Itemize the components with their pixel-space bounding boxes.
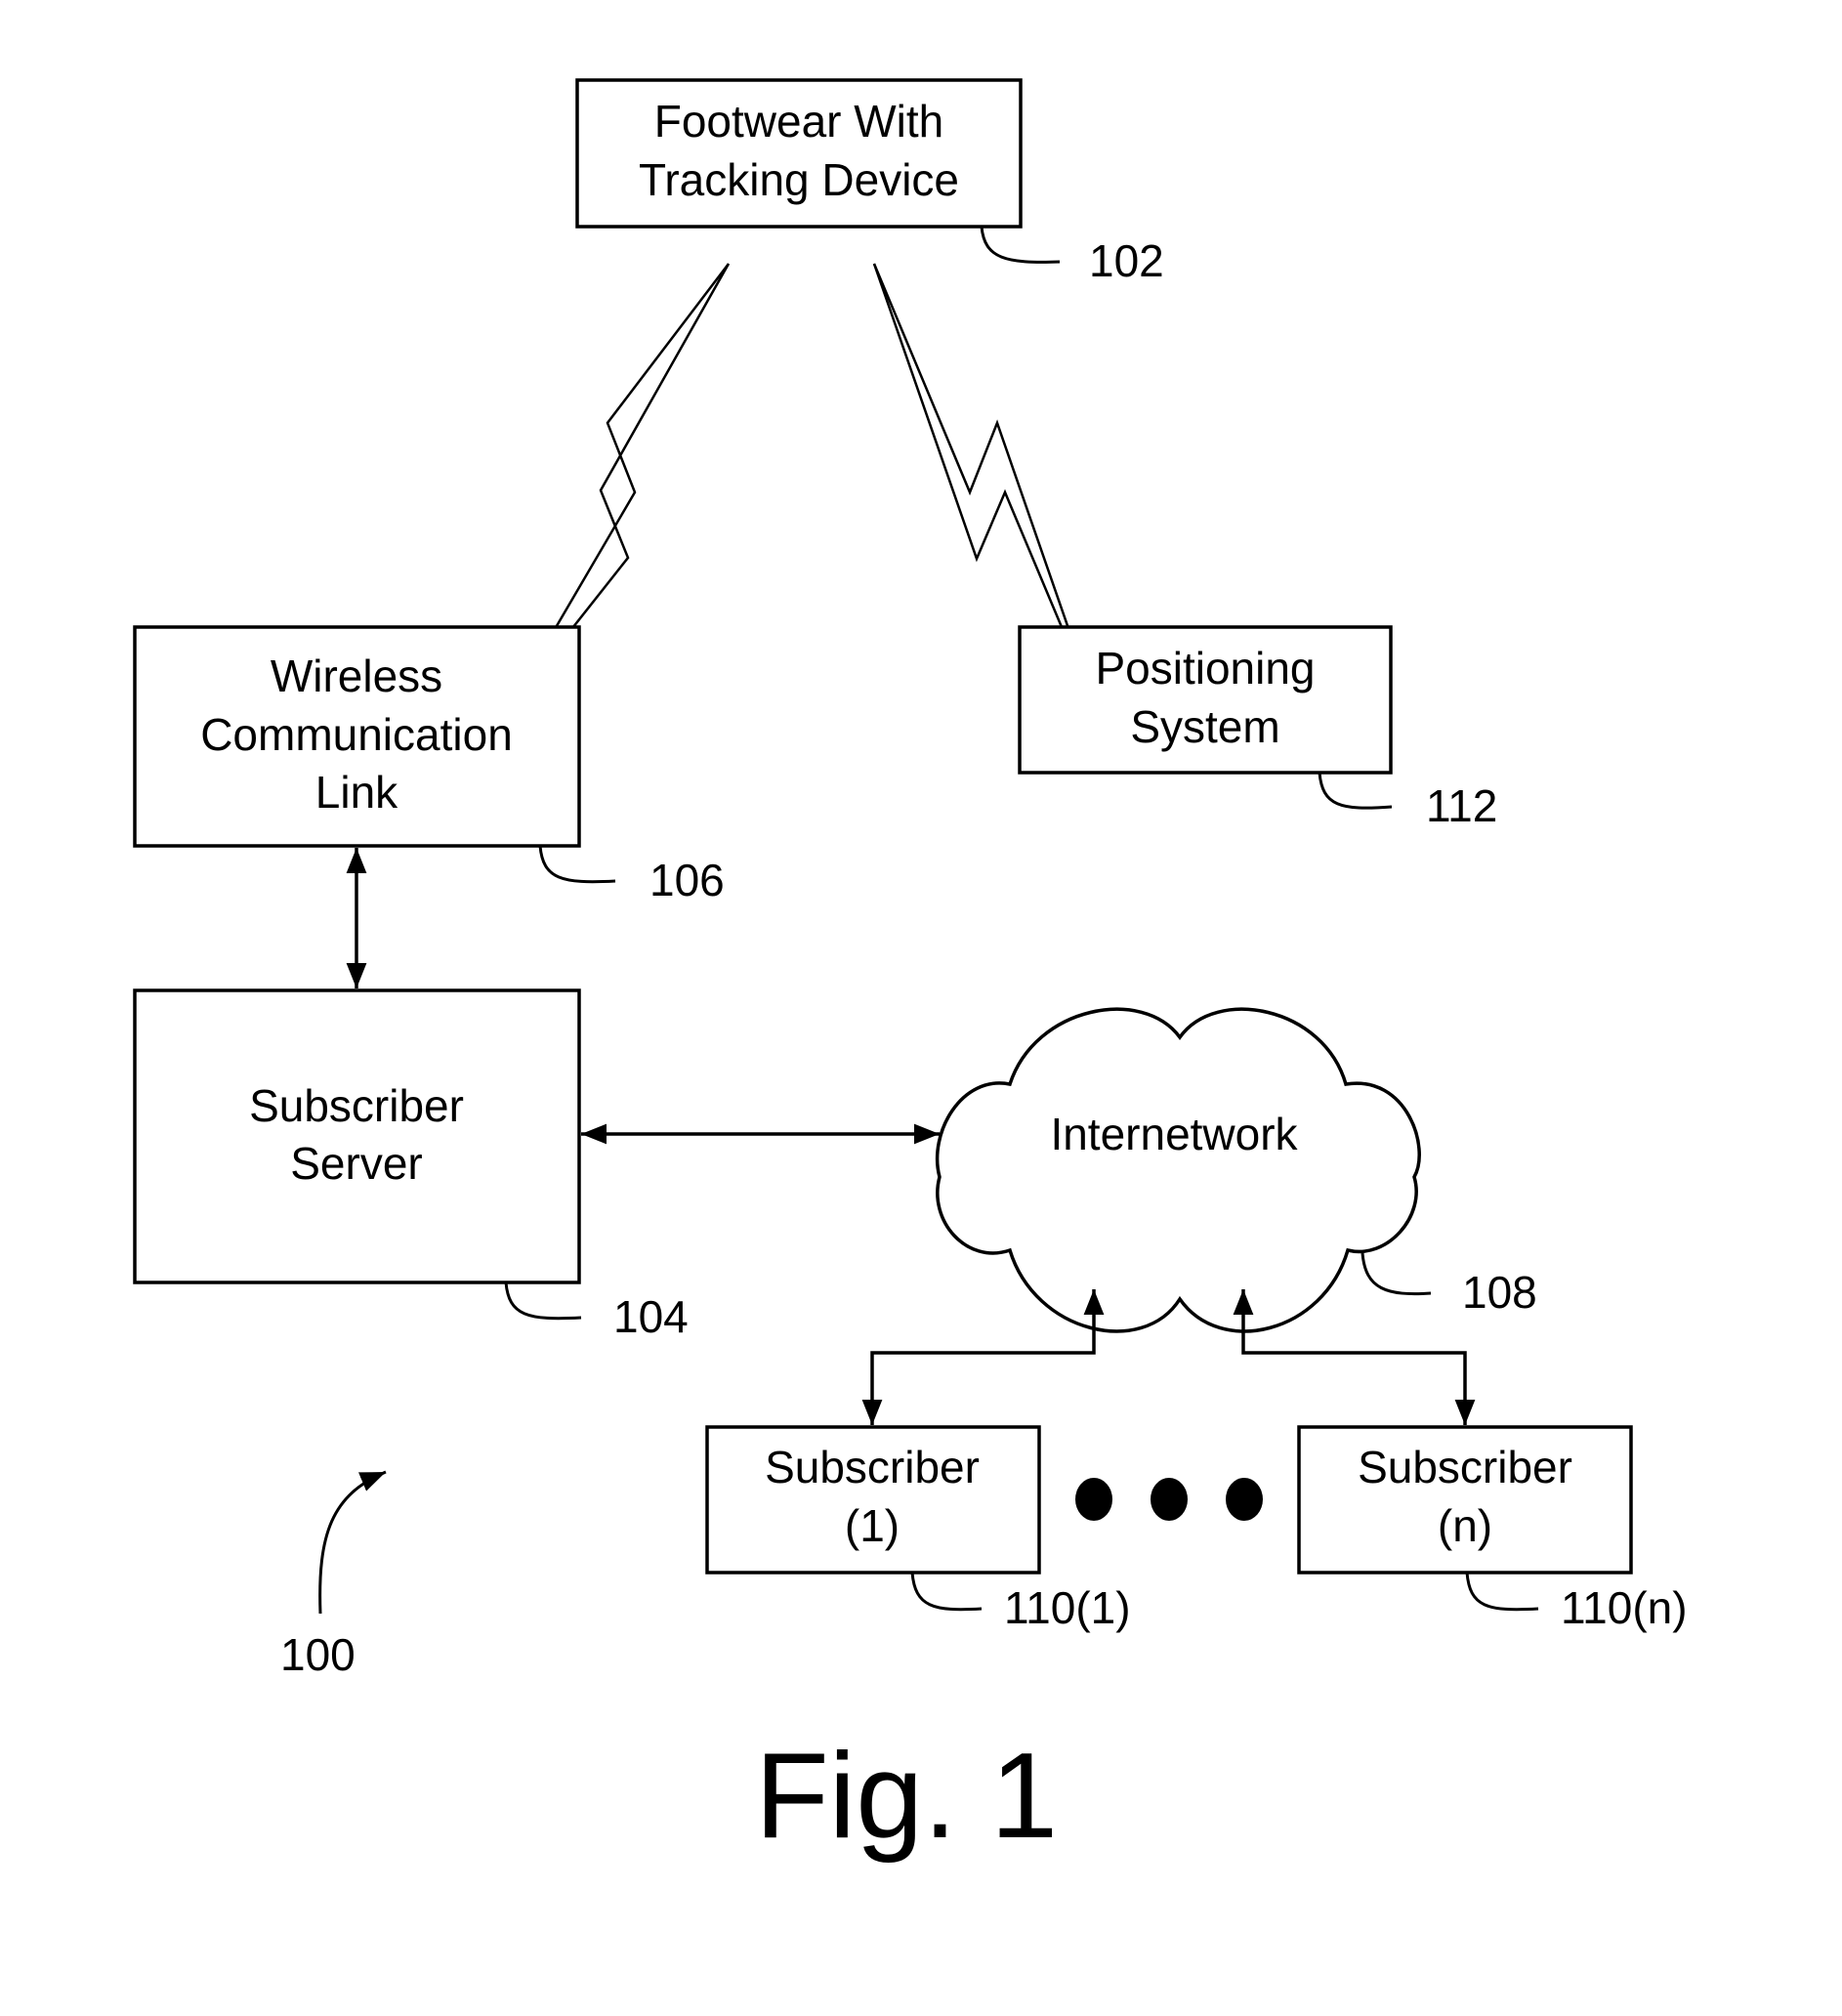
subscriber-1-label-line2: (1) bbox=[845, 1500, 900, 1551]
positioning-label-line1: Positioning bbox=[1095, 643, 1315, 693]
subscriber-1-leader-line bbox=[910, 1572, 983, 1612]
system-diagram: Footwear With Tracking Device 102 Wirele… bbox=[133, 78, 1688, 1864]
ellipsis-more-subscribers-icon bbox=[1075, 1478, 1263, 1521]
system-ref-curved-arrow bbox=[318, 1470, 387, 1615]
figure-caption: Fig. 1 bbox=[755, 1729, 1058, 1864]
internetwork-cloud-icon bbox=[935, 1007, 1421, 1333]
subscriber-server-label-line1: Subscriber bbox=[249, 1080, 464, 1131]
positioning-system-node: Positioning System 112 bbox=[1018, 625, 1497, 831]
footwear-leader-line bbox=[980, 226, 1061, 264]
wireless-link-leader-line bbox=[538, 845, 616, 884]
footwear-ref-number: 102 bbox=[1089, 235, 1164, 286]
wireless-link-ref-number: 106 bbox=[649, 855, 725, 905]
internetwork-ref-number: 108 bbox=[1462, 1267, 1537, 1318]
subscriber-1-node: Subscriber (1) 110(1) bbox=[705, 1425, 1131, 1633]
subscriber-n-label-line1: Subscriber bbox=[1358, 1442, 1572, 1492]
system-reference: 100 bbox=[280, 1470, 387, 1680]
footwear-label-line2: Tracking Device bbox=[639, 154, 959, 205]
wireless-communication-link-node: Wireless Communication Link 106 bbox=[133, 625, 725, 905]
subscriber-server-node: Subscriber Server 104 bbox=[133, 988, 689, 1342]
subscriber-n-leader-line bbox=[1465, 1572, 1539, 1612]
subscriber-n-node: Subscriber (n) 110(n) bbox=[1297, 1425, 1688, 1633]
ellipsis-dot bbox=[1151, 1478, 1188, 1521]
positioning-ref-number: 112 bbox=[1426, 780, 1497, 831]
wireless-link-label-line3: Link bbox=[315, 767, 398, 818]
subscriber-n-label-line2: (n) bbox=[1438, 1500, 1492, 1551]
positioning-leader-line bbox=[1318, 772, 1393, 810]
system-ref-number: 100 bbox=[280, 1629, 356, 1680]
subscriber-n-ref-number: 110(n) bbox=[1561, 1582, 1688, 1633]
footwear-tracking-device-node: Footwear With Tracking Device 102 bbox=[575, 78, 1164, 286]
subscriber-1-ref-number: 110(1) bbox=[1004, 1582, 1131, 1633]
subscriber-1-label-line1: Subscriber bbox=[765, 1442, 980, 1492]
internetwork-leader-line bbox=[1361, 1252, 1432, 1296]
wireless-link-label-line1: Wireless bbox=[271, 651, 442, 701]
subscriber-server-ref-number: 104 bbox=[613, 1291, 689, 1342]
footwear-label-line1: Footwear With bbox=[654, 96, 944, 147]
subscriber-server-label-line2: Server bbox=[290, 1138, 422, 1189]
wireless-link-label-line2: Communication bbox=[200, 709, 513, 760]
internetwork-node: Internetwork 108 bbox=[935, 1007, 1537, 1333]
subscriber-server-leader-line bbox=[504, 1281, 582, 1321]
ellipsis-dot bbox=[1075, 1478, 1112, 1521]
positioning-label-line2: System bbox=[1130, 701, 1279, 752]
ellipsis-dot bbox=[1226, 1478, 1263, 1521]
internetwork-label: Internetwork bbox=[1050, 1109, 1298, 1159]
subscriber-server-box bbox=[133, 988, 581, 1284]
